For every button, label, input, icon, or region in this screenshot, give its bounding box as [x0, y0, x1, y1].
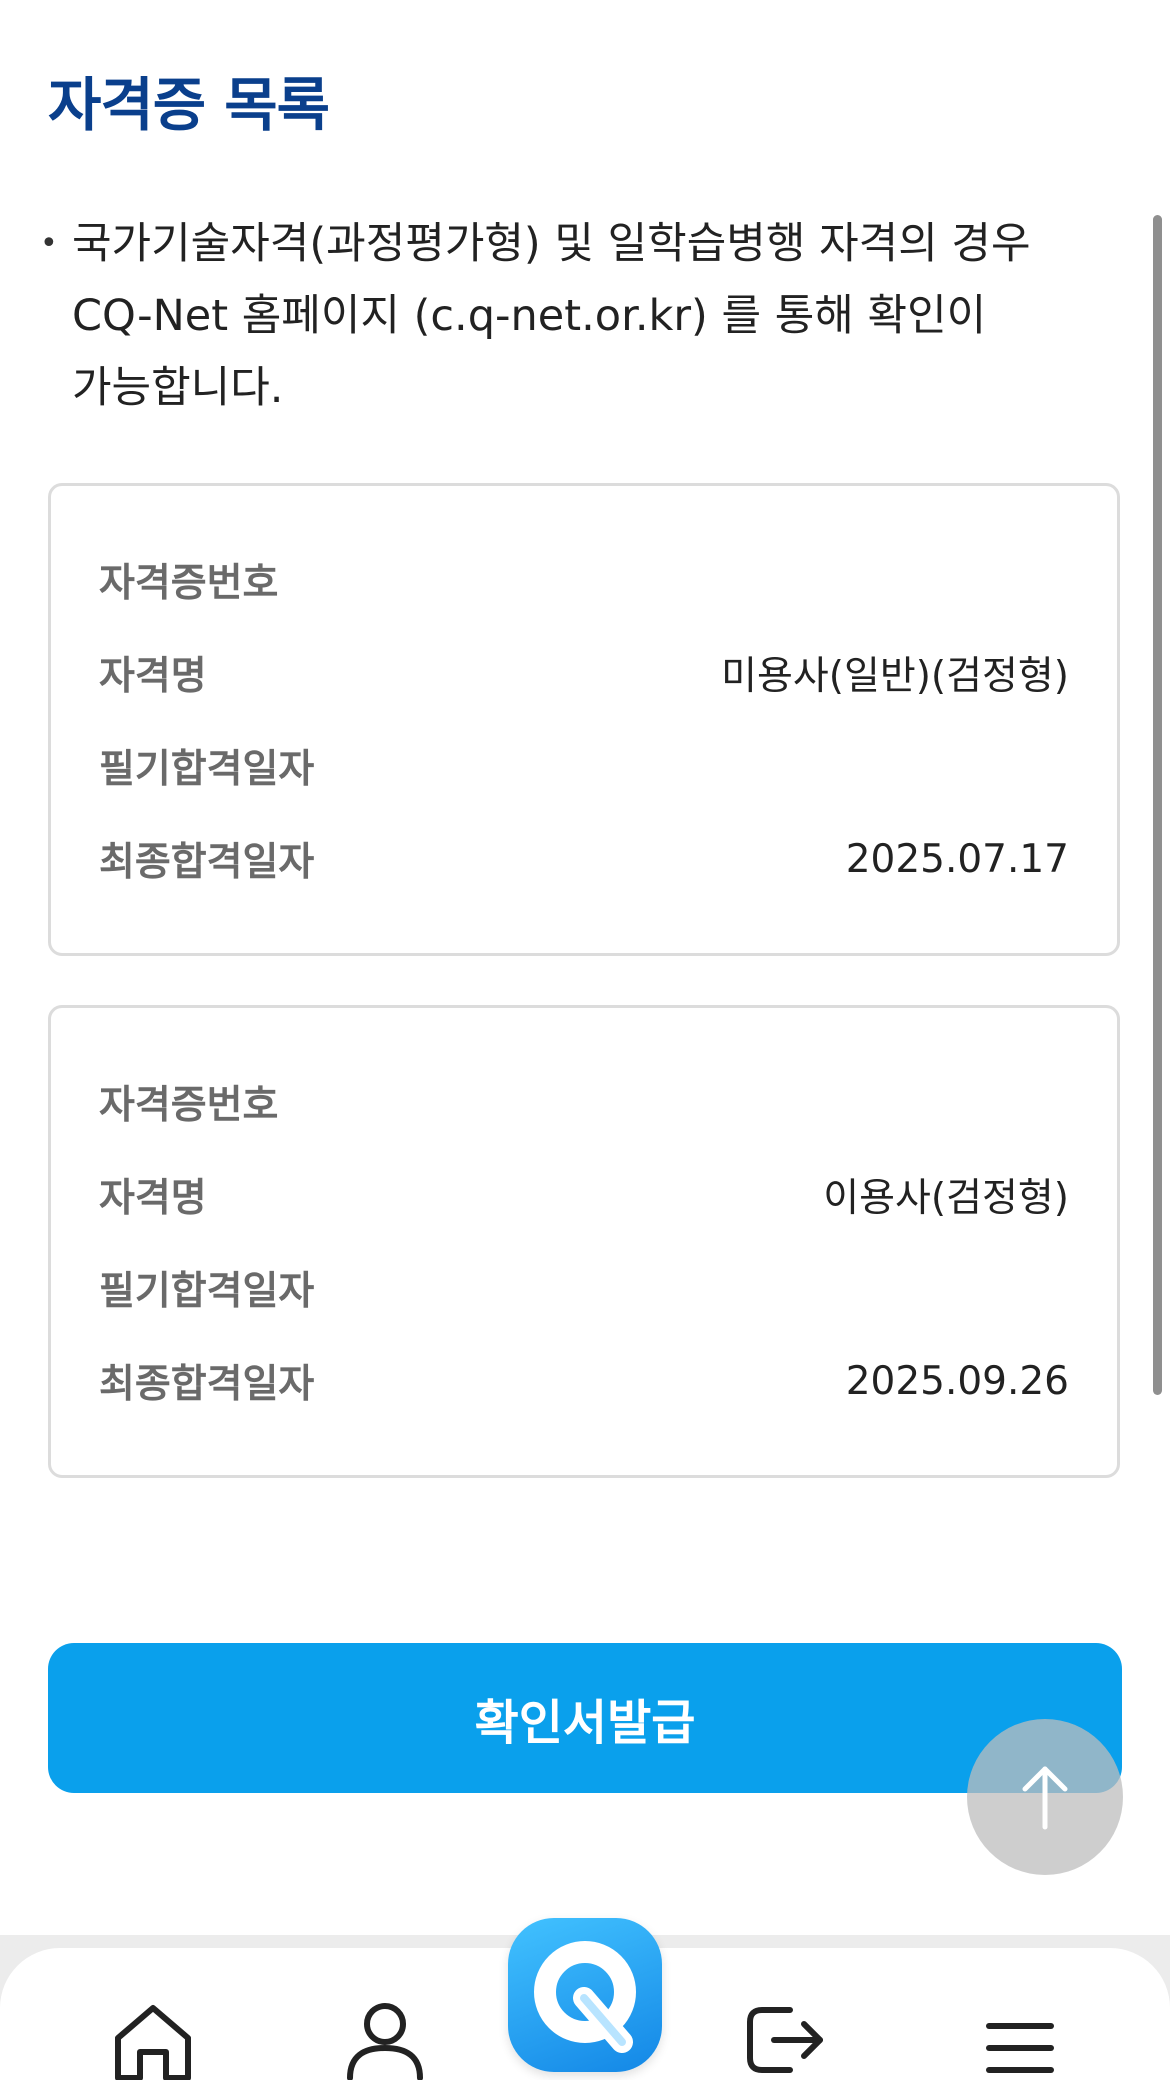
scrollbar[interactable] — [1153, 215, 1162, 1395]
certificate-name-label: 자격명 — [99, 654, 207, 699]
certificate-name-row: 자격명 이용사(검정형) — [99, 1165, 1069, 1225]
final-pass-date-value: 2025.07.17 — [845, 836, 1069, 882]
final-pass-date-label: 최종합격일자 — [99, 1362, 315, 1407]
page-title: 자격증 목록 — [48, 71, 330, 139]
logout-icon — [747, 2007, 823, 2073]
certificate-number-row: 자격증번호 — [99, 550, 1069, 610]
certificate-number-row: 자격증번호 — [99, 1072, 1069, 1132]
scroll-to-top-button[interactable] — [967, 1719, 1123, 1875]
nav-profile-button[interactable] — [340, 2000, 430, 2080]
user-icon — [347, 2003, 423, 2080]
nav-menu-button[interactable] — [975, 2000, 1065, 2080]
nav-home-button[interactable] — [108, 2000, 198, 2080]
certificate-name-row: 자격명 미용사(일반)(검정형) — [99, 643, 1069, 703]
certificate-card: 자격증번호 자격명 미용사(일반)(검정형) 필기합격일자 최종합격일자 202… — [48, 483, 1120, 956]
notice-line-1: 국가기술자격(과정평가형) 및 일학습병행 자격의 경우 — [72, 219, 1031, 269]
menu-icon — [986, 2023, 1054, 2073]
certificate-name-value: 미용사(일반)(검정형) — [721, 654, 1069, 699]
arrow-up-icon — [1022, 1766, 1068, 1830]
written-pass-date-label: 필기합격일자 — [99, 747, 315, 792]
notice-line-3: 가능합니다. — [72, 363, 284, 413]
final-pass-date-row: 최종합격일자 2025.09.26 — [99, 1351, 1069, 1411]
notice-text: • 국가기술자격(과정평가형) 및 일학습병행 자격의 경우 CQ-Net 홈페… — [40, 208, 1100, 424]
nav-logout-button[interactable] — [740, 2000, 830, 2080]
certificate-name-label: 자격명 — [99, 1176, 207, 1221]
final-pass-date-label: 최종합격일자 — [99, 840, 315, 885]
certificate-name-value: 이용사(검정형) — [823, 1176, 1069, 1221]
issue-certificate-button[interactable]: 확인서발급 — [48, 1643, 1122, 1793]
certificate-number-label: 자격증번호 — [99, 561, 279, 606]
notice-bullet: • — [40, 226, 58, 261]
final-pass-date-value: 2025.09.26 — [845, 1358, 1069, 1404]
app-logo-button[interactable] — [508, 1918, 662, 2072]
written-pass-date-row: 필기합격일자 — [99, 736, 1069, 796]
written-pass-date-row: 필기합격일자 — [99, 1258, 1069, 1318]
written-pass-date-label: 필기합격일자 — [99, 1269, 315, 1314]
notice-line-2: CQ-Net 홈페이지 (c.q-net.or.kr) 를 통해 확인이 — [72, 291, 987, 341]
app-logo-icon — [534, 1941, 636, 2053]
certificate-card: 자격증번호 자격명 이용사(검정형) 필기합격일자 최종합격일자 2025.09… — [48, 1005, 1120, 1478]
certificate-list-page: 자격증 목록 • 국가기술자격(과정평가형) 및 일학습병행 자격의 경우 CQ… — [0, 0, 1170, 2080]
home-icon — [115, 2005, 191, 2080]
final-pass-date-row: 최종합격일자 2025.07.17 — [99, 829, 1069, 889]
certificate-number-label: 자격증번호 — [99, 1083, 279, 1128]
